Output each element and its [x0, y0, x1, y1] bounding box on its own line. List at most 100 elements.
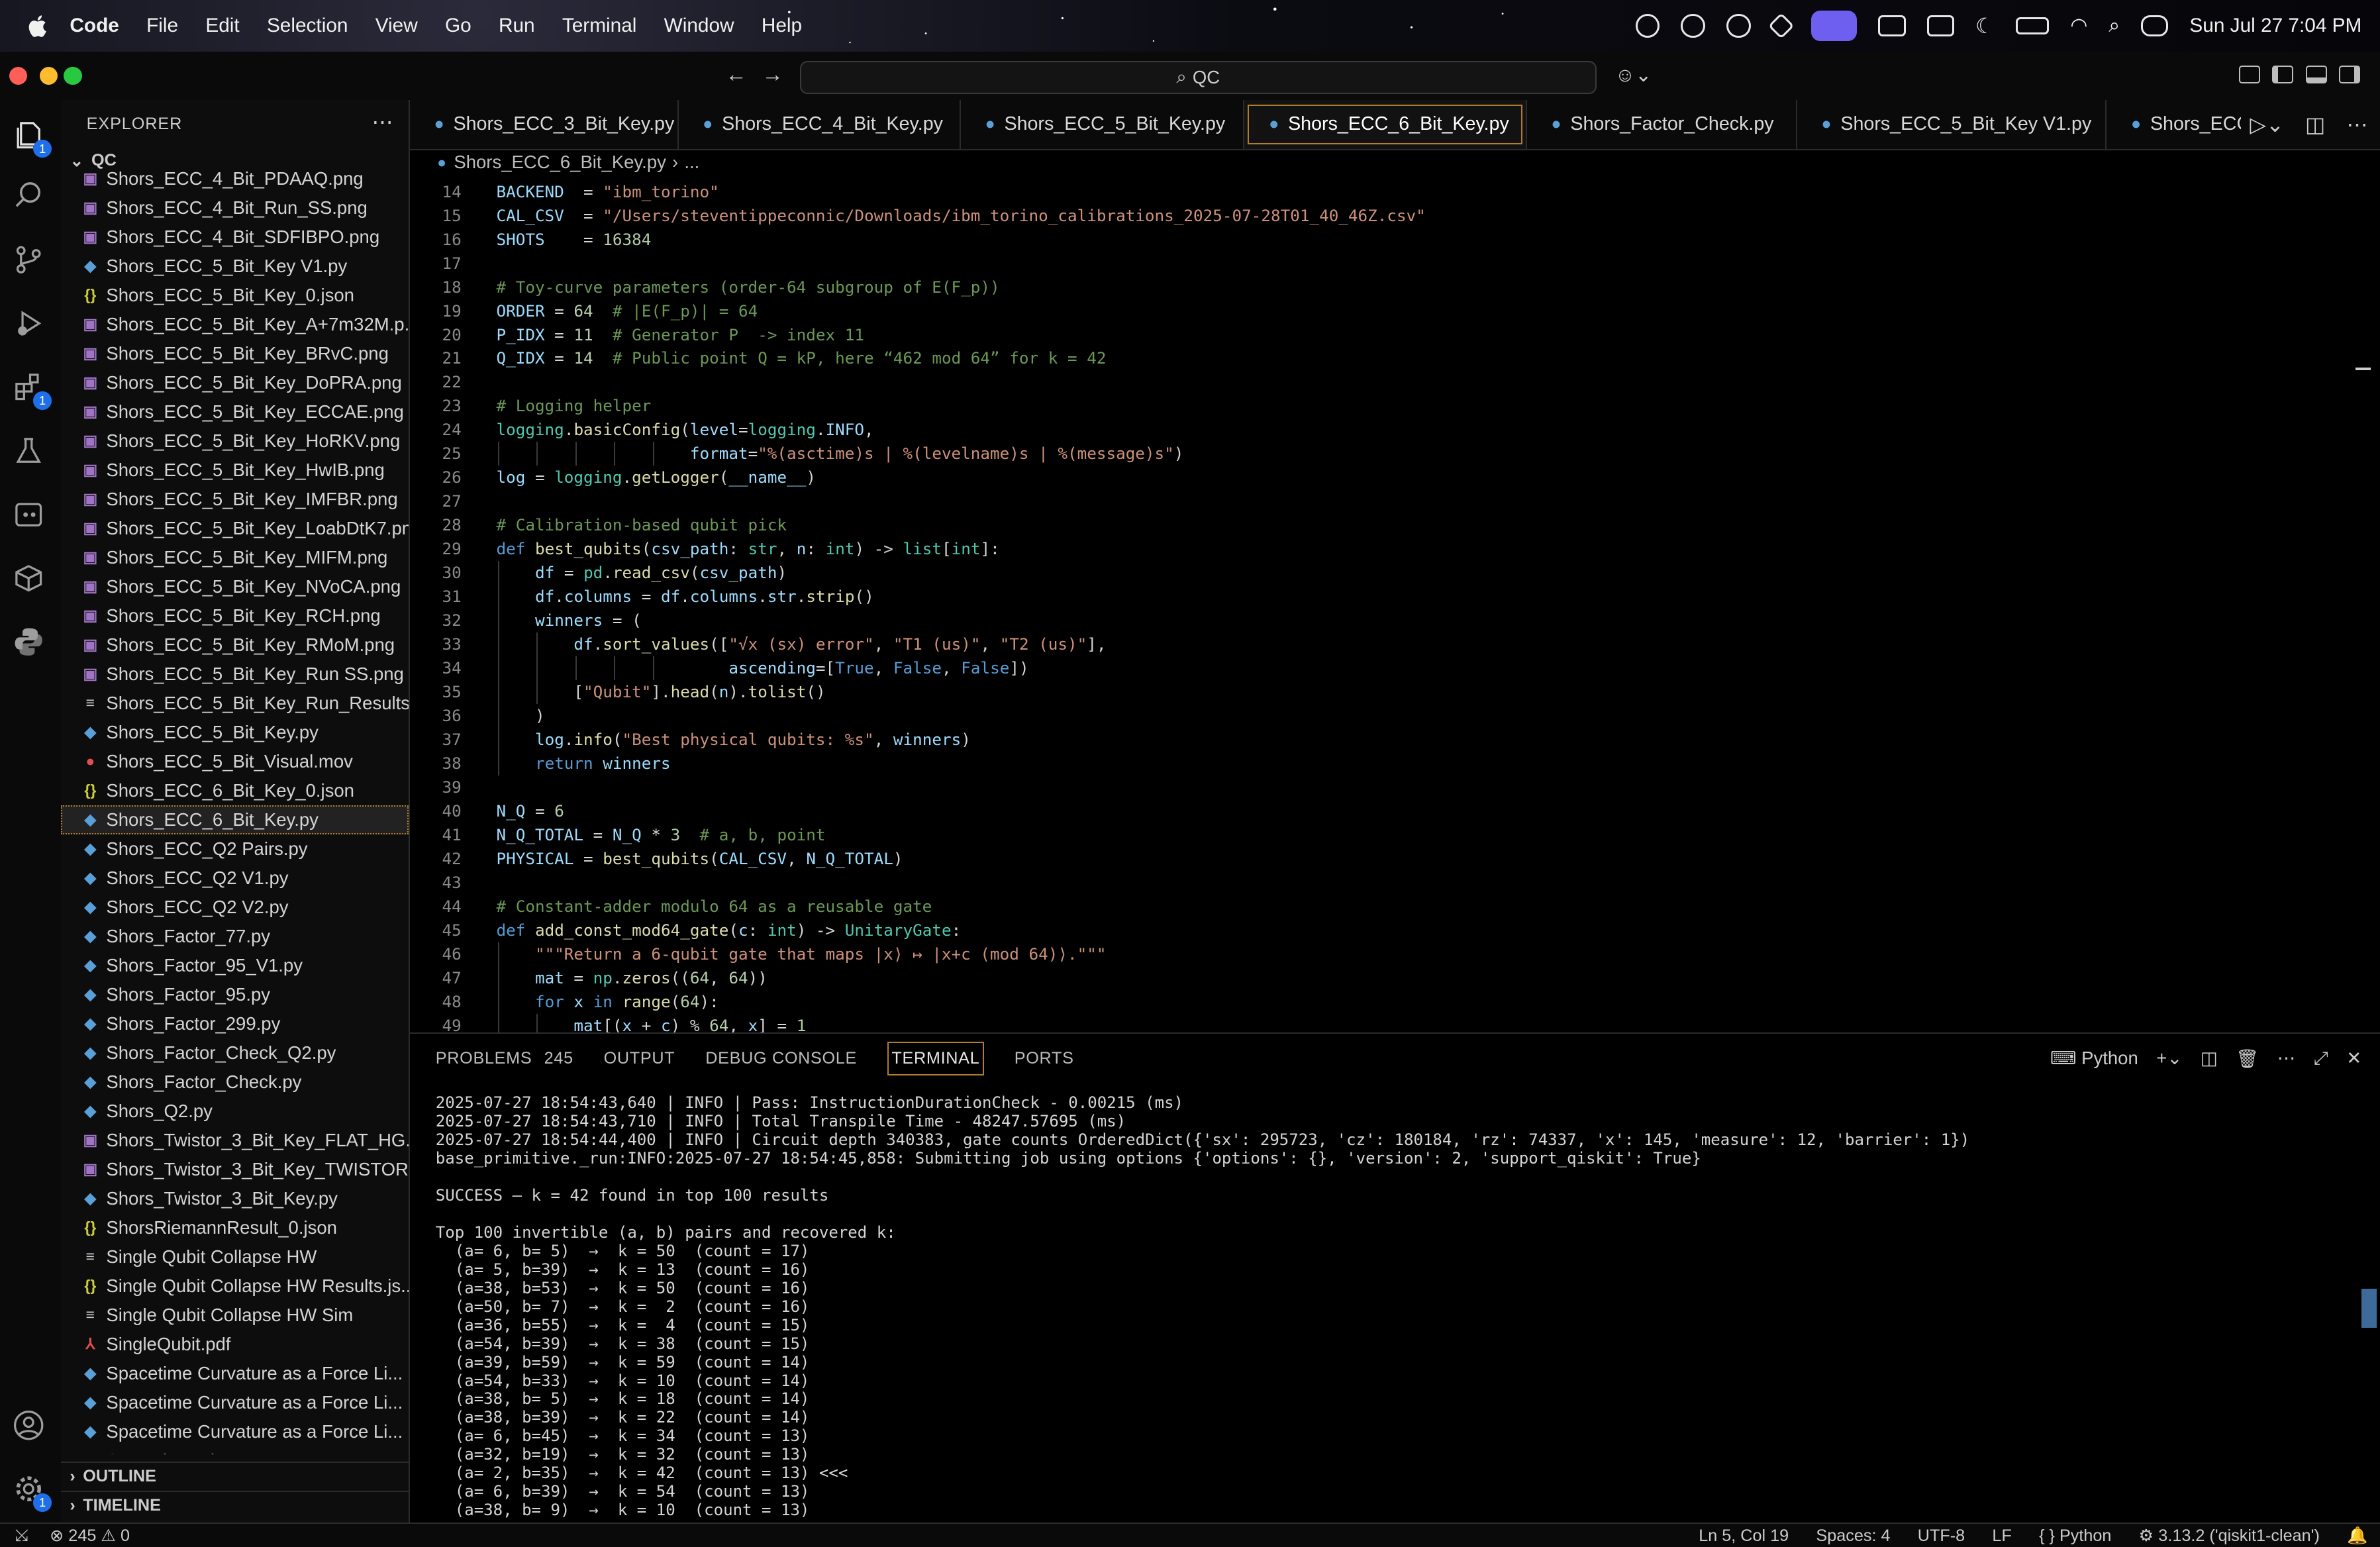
menu-edit[interactable]: Edit	[205, 15, 239, 37]
file-tree-item[interactable]: ◆ Spacetime Curvature as a Force Li...	[61, 1417, 409, 1446]
terminal-shell-selector[interactable]: ⌨ Python	[2050, 1048, 2138, 1069]
testing-activity[interactable]	[12, 434, 45, 468]
file-tree-item[interactable]: ▣ Shors_ECC_5_Bit_Key_DoPRA.png	[61, 368, 409, 397]
explorer-activity[interactable]: 1	[12, 119, 52, 158]
breadcrumb-file[interactable]: Shors_ECC_6_Bit_Key.py	[454, 152, 666, 173]
file-tree-item[interactable]: ≡ Single Qubit Collapse HW Sim	[61, 1301, 409, 1330]
file-tree-item[interactable]: ◆ Shors_Twistor_3_Bit_Key.py	[61, 1184, 409, 1213]
file-tree-item[interactable]: ▣ Shors_ECC_4_Bit_Run_SS.png	[61, 193, 409, 223]
wifi-icon[interactable]: ◠	[2070, 14, 2087, 37]
toggle-secondary-sidebar-icon[interactable]	[2338, 65, 2361, 84]
trash-icon[interactable]: 🗑	[2236, 1048, 2259, 1070]
tab-shors-ecc-5-bit-key[interactable]: ● Shors_ECC_5_Bit_Key.py	[961, 100, 1245, 149]
file-tree-item[interactable]: ▣ Shors_ECC_5_Bit_Key_A+7m32M.p...	[61, 310, 409, 339]
new-terminal-icon[interactable]: +⌄	[2156, 1048, 2182, 1069]
problems-status[interactable]: ⊗ 245 ⚠ 0	[50, 1526, 130, 1546]
file-tree-item[interactable]: ▣ Shors_ECC_5_Bit_Key_MIFM.png	[61, 543, 409, 572]
file-tree-item[interactable]: ▣ Shors_ECC_4_Bit_SDFIBPO.png	[61, 223, 409, 252]
end-of-line[interactable]: LF	[1992, 1526, 2011, 1546]
search-activity[interactable]	[12, 179, 45, 212]
copilot-icon[interactable]: ☺⌄	[1615, 64, 1652, 87]
menu-selection[interactable]: Selection	[267, 15, 348, 37]
forward-arrow-icon[interactable]: →	[762, 62, 783, 87]
encoding[interactable]: UTF-8	[1918, 1526, 1965, 1546]
language-mode[interactable]: { } Python	[2039, 1526, 2111, 1546]
file-tree-item[interactable]: ◆ Spacetime Curvature as a Force Li...	[61, 1388, 409, 1417]
split-terminal-icon[interactable]: ◫	[2201, 1048, 2218, 1069]
file-tree-item[interactable]: ▣ Shors_ECC_5_Bit_Key_HoRKV.png	[61, 426, 409, 456]
file-tree-item[interactable]: ◆ Shors_Factor_299.py	[61, 1009, 409, 1038]
file-tree-item[interactable]: ◆ Shors_Q2.py	[61, 1097, 409, 1126]
file-tree-item[interactable]: ◆ Shors_ECC_5_Bit_Key.py	[61, 718, 409, 747]
recording-icon[interactable]	[1681, 13, 1706, 38]
run-debug-activity[interactable]	[12, 307, 45, 340]
file-tree-item[interactable]: ≡ Shors_ECC_5_Bit_Key_Run_Results...	[61, 689, 409, 718]
file-tree-item[interactable]: ▣ Shors_ECC_4_Bit_PDAAQ.png	[61, 164, 409, 193]
menu-terminal[interactable]: Terminal	[562, 15, 637, 37]
command-center-search[interactable]: ⌕ QC	[799, 60, 1597, 94]
extensions-activity[interactable]: 1	[12, 370, 52, 410]
battery-icon[interactable]	[2015, 17, 2050, 34]
file-tree-item[interactable]: ▣ Shors_Twistor_3_Bit_Key_FLAT_HG...	[61, 1126, 409, 1155]
play-icon[interactable]	[1726, 13, 1751, 38]
screen-mirroring-icon[interactable]	[1811, 11, 1858, 41]
tab-output[interactable]: OUTPUT	[604, 1049, 675, 1068]
copilot-activity[interactable]	[12, 498, 45, 531]
file-tree-item[interactable]: {} ShorsRiemannResult_0.json	[61, 1213, 409, 1242]
python-interpreter[interactable]: ⚙ 3.13.2 ('qiskit1-clean')	[2139, 1526, 2320, 1546]
indentation[interactable]: Spaces: 4	[1816, 1526, 1890, 1546]
file-tree-item[interactable]: ▣ Spacetime Diagram.png	[61, 1446, 409, 1454]
back-arrow-icon[interactable]: ←	[726, 62, 747, 87]
diamond-app-icon[interactable]	[1768, 13, 1795, 39]
file-tree-item[interactable]: ◆ Shors_ECC_Q2 V1.py	[61, 864, 409, 893]
file-tree-item[interactable]: ⅄ SingleQubit.pdf	[61, 1330, 409, 1359]
menubar-clock[interactable]: Sun Jul 27 7:04 PM	[2189, 15, 2361, 37]
outline-section[interactable]: › OUTLINE	[60, 1462, 409, 1491]
tab-debug-console[interactable]: DEBUG CONSOLE	[705, 1049, 857, 1068]
file-tree-item[interactable]: {} Single Qubit Collapse HW Results.js...	[61, 1272, 408, 1301]
spotlight-search-icon[interactable]: ⌕	[2108, 15, 2120, 37]
tab-shors-ecc-5-bit-key-v1[interactable]: ● Shors_ECC_5_Bit_Key V1.py	[1797, 100, 2107, 149]
file-tree-item[interactable]: ◆ Shors_Factor_95_V1.py	[61, 951, 409, 980]
file-tree-item[interactable]: ▣ Shors_ECC_5_Bit_Key_RCH.png	[61, 601, 409, 630]
more-actions-icon[interactable]: ⋯	[2277, 1048, 2296, 1069]
accounts-activity[interactable]	[12, 1409, 45, 1442]
file-tree-item[interactable]: ● Shors_ECC_5_Bit_Visual.mov	[61, 747, 409, 776]
close-window-button[interactable]	[9, 66, 28, 85]
remote-indicator-icon[interactable]: ⤩	[15, 1526, 28, 1546]
tab-ports[interactable]: PORTS	[1015, 1049, 1074, 1068]
file-tree-item[interactable]: {} Shors_ECC_5_Bit_Key_0.json	[61, 281, 409, 310]
maximize-panel-icon[interactable]: ⤢	[2314, 1048, 2328, 1070]
code-editor[interactable]: 14 BACKEND = "ibm_torino" 15 CAL_CSV = "/Us…	[409, 179, 2380, 1032]
menu-run[interactable]: Run	[499, 15, 535, 37]
file-tree-item[interactable]: ▣ Shors_ECC_5_Bit_Key_ECCAE.png	[61, 397, 409, 426]
moon-icon[interactable]: ☾	[1975, 13, 1995, 38]
file-tree-item[interactable]: ▣ Shors_ECC_5_Bit_Key_LoabDtK7.png	[61, 514, 409, 543]
manage-activity[interactable]: 1	[12, 1472, 52, 1512]
file-tree-item[interactable]: ◆ Shors_Factor_Check_Q2.py	[61, 1038, 409, 1068]
file-tree-item[interactable]: ▣ Shors_ECC_5_Bit_Key_NVoCA.png	[61, 572, 409, 601]
source-control-activity[interactable]	[12, 243, 45, 276]
toggle-panel-icon[interactable]	[2305, 65, 2327, 84]
file-tree-item[interactable]: ◆ Shors_Factor_77.py	[61, 922, 409, 951]
file-tree-item[interactable]: ◆ Shors_ECC_6_Bit_Key.py	[60, 805, 409, 834]
file-tree-item[interactable]: ▣ Shors_ECC_5_Bit_Key_RMoM.png	[61, 630, 409, 660]
tab-terminal[interactable]: TERMINAL	[887, 1041, 984, 1076]
file-tree-item[interactable]: {} Shors_ECC_6_Bit_Key_0.json	[61, 776, 409, 805]
file-tree-item[interactable]: ◆ Shors_ECC_Q2 Pairs.py	[61, 834, 409, 864]
file-tree-item[interactable]: ◆ Shors_ECC_Q2 V2.py	[61, 893, 409, 922]
file-tree-item[interactable]: ▣ Shors_ECC_5_Bit_Key_IMFBR.png	[61, 485, 409, 514]
notifications-bell-icon[interactable]: 🔔	[2347, 1526, 2367, 1546]
more-actions-icon[interactable]: ⋯	[372, 109, 393, 134]
file-tree-item[interactable]: ≡ Single Qubit Collapse HW	[61, 1242, 409, 1272]
menu-app-name[interactable]: Code	[70, 15, 119, 37]
remote-explorer-activity[interactable]	[12, 562, 45, 595]
customize-layout-icon[interactable]	[2238, 65, 2260, 84]
tab-problems[interactable]: PROBLEMS 245	[436, 1049, 573, 1068]
tab-shors-ecc-3-bit-key[interactable]: ● Shors_ECC_3_Bit_Key.py	[410, 100, 679, 149]
file-tree-item[interactable]: ◆ Shors_ECC_5_Bit_Key V1.py	[61, 252, 409, 281]
tab-shors-ecc-overflow[interactable]: ● Shors_ECC_	[2107, 100, 2259, 149]
zoom-window-button[interactable]	[64, 66, 82, 85]
terminal-output[interactable]: 2025-07-27 18:54:43,640 | INFO | Pass: I…	[436, 1094, 2350, 1522]
file-tree-item[interactable]: ▣ Shors_ECC_5_Bit_Key_Run SS.png	[61, 660, 409, 689]
